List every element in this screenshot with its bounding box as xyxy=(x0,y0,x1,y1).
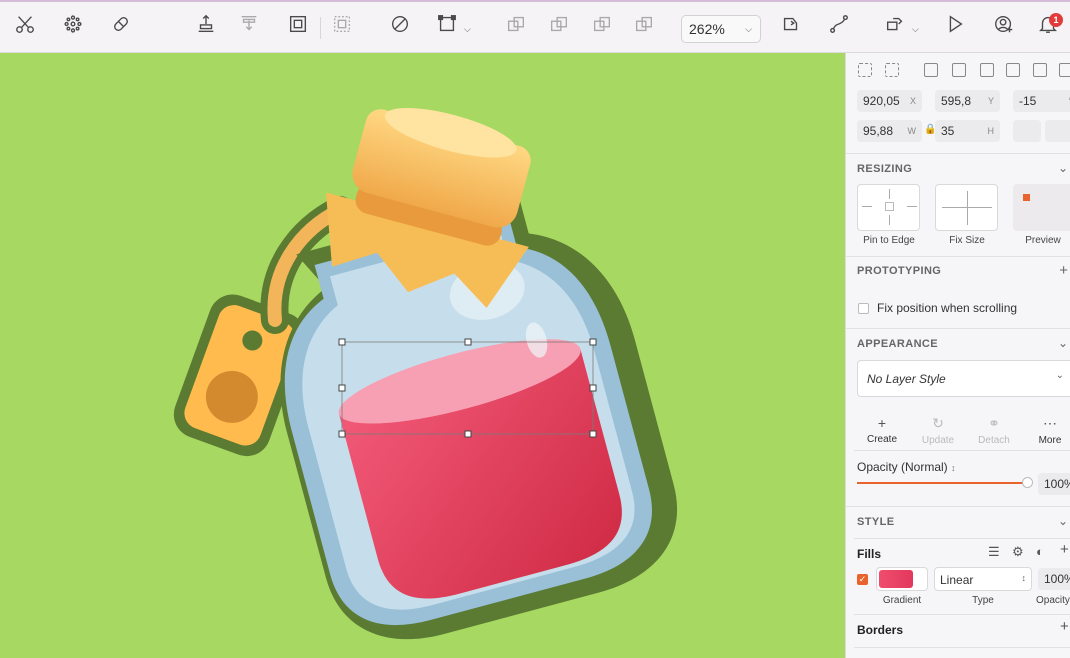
canvas[interactable] xyxy=(0,53,845,658)
refresh-icon: ↻ xyxy=(932,415,944,431)
insert-image-icon[interactable] xyxy=(107,10,135,38)
toolbar: ⌵ 262% ⌵ ⌵ 1 xyxy=(0,0,1070,53)
appearance-title: APPEARANCE xyxy=(857,338,939,350)
intersect-icon[interactable] xyxy=(588,10,616,38)
update-style-button[interactable]: ↻ Update xyxy=(918,415,958,446)
layer-style-value: No Layer Style xyxy=(867,372,946,386)
more-button[interactable]: ⋯ More xyxy=(1030,415,1070,446)
zoom-value: 262% xyxy=(689,21,725,37)
chevron-down-icon[interactable]: ⌄ xyxy=(1058,336,1068,350)
align-center-icon[interactable] xyxy=(885,63,899,77)
fill-swatch[interactable] xyxy=(876,567,928,591)
flip-horizontal-icon[interactable] xyxy=(1013,120,1041,142)
rotation-field[interactable]: -15° xyxy=(1013,90,1070,112)
zoom-select[interactable]: 262% ⌵ xyxy=(681,15,761,43)
more-icon: ⋯ xyxy=(1043,415,1057,431)
fills-title: Fills xyxy=(857,547,882,561)
fix-size-label: Fix Size xyxy=(949,235,985,246)
layer-style-select[interactable]: No Layer Style ⌄ xyxy=(857,360,1070,397)
preview-label: Preview xyxy=(1025,235,1061,246)
gradient-swatch-color xyxy=(879,570,913,588)
x-field[interactable]: 920,05 X xyxy=(857,90,922,112)
difference-icon[interactable] xyxy=(630,10,658,38)
prototyping-title: PROTOTYPING xyxy=(857,265,942,277)
fix-position-label: Fix position when scrolling xyxy=(877,301,1018,315)
opacity-label[interactable]: Opacity (Normal) ↕ xyxy=(857,460,956,474)
align-right-icon[interactable] xyxy=(924,63,938,77)
gradient-label: Gradient xyxy=(882,595,922,606)
notification-badge: 1 xyxy=(1049,13,1063,27)
resizing-title: RESIZING xyxy=(857,163,913,175)
plus-icon[interactable]: + xyxy=(1060,541,1069,558)
distribute-icon[interactable] xyxy=(235,10,263,38)
flip-vertical-icon[interactable] xyxy=(1045,120,1070,142)
detach-style-button[interactable]: ⚭ Detach xyxy=(974,415,1014,446)
preview-box xyxy=(1013,184,1070,231)
fix-size-box[interactable] xyxy=(935,184,998,231)
style-title: STYLE xyxy=(857,516,895,528)
distribute-horizontal-icon[interactable] xyxy=(1033,63,1047,77)
fill-enabled-checkbox[interactable]: ✓ xyxy=(857,574,868,585)
fill-type-value: Linear xyxy=(940,573,974,587)
prototype-link-icon[interactable] xyxy=(881,10,909,38)
pin-to-edge-box[interactable] xyxy=(857,184,920,231)
opacity-slider-knob[interactable] xyxy=(1022,477,1033,488)
chevron-down-icon[interactable]: ⌄ xyxy=(1058,161,1068,175)
layers-icon[interactable]: ☰ xyxy=(988,544,1000,560)
distribute-vertical-icon[interactable] xyxy=(1059,63,1070,77)
opacity-field[interactable]: 100% xyxy=(1038,473,1070,495)
opacity-slider-track[interactable] xyxy=(857,482,1029,484)
plus-icon[interactable]: + xyxy=(1060,618,1069,635)
opacity-sub-label: Opacity xyxy=(1036,595,1070,606)
inspector-panel: 920,05X 595,8Y -15° 95,88W 🔒 35H RESIZIN… xyxy=(845,53,1070,658)
detach-icon: ⚭ xyxy=(988,415,1000,431)
scissors-icon[interactable] xyxy=(11,10,39,38)
height-field[interactable]: 35 H xyxy=(935,120,1000,142)
align-bottom-icon[interactable] xyxy=(1006,63,1020,77)
add-user-icon[interactable] xyxy=(990,10,1018,38)
pin-to-edge-label: Pin to Edge xyxy=(863,235,915,246)
align-middle-icon[interactable] xyxy=(980,63,994,77)
align-left-icon[interactable] xyxy=(858,63,872,77)
play-icon[interactable] xyxy=(941,10,969,38)
blend-icon[interactable]: ◐ xyxy=(1036,544,1044,559)
fix-position-checkbox[interactable] xyxy=(858,303,869,314)
create-style-button[interactable]: + Create xyxy=(862,415,902,445)
gear-icon[interactable]: ⚙ xyxy=(1012,544,1024,560)
align-top-icon[interactable] xyxy=(952,63,966,77)
type-label: Type xyxy=(972,595,994,606)
chevron-down-icon[interactable]: ⌄ xyxy=(1058,514,1068,528)
union-icon[interactable] xyxy=(502,10,530,38)
subtract-icon[interactable] xyxy=(545,10,573,38)
plus-icon: + xyxy=(877,415,887,431)
y-field[interactable]: 595,8 Y xyxy=(935,90,1000,112)
forward-icon[interactable] xyxy=(777,10,805,38)
borders-title: Borders xyxy=(857,623,904,637)
fill-opacity-field[interactable]: 100% xyxy=(1038,568,1070,590)
mask-icon[interactable] xyxy=(386,10,414,38)
symbol-icon[interactable] xyxy=(59,10,87,38)
plus-icon[interactable]: + xyxy=(1059,262,1068,279)
align-bottom-icon[interactable] xyxy=(192,10,220,38)
updown-icon: ↕ xyxy=(1021,573,1027,583)
updown-icon: ↕ xyxy=(951,463,956,473)
chevron-down-icon: ⌄ xyxy=(1055,370,1064,381)
ungroup-icon[interactable] xyxy=(328,10,356,38)
width-field[interactable]: 95,88 W xyxy=(857,120,922,142)
path-edit-icon[interactable] xyxy=(825,10,853,38)
group-icon[interactable] xyxy=(284,10,312,38)
fill-type-select[interactable]: Linear ↕ xyxy=(934,567,1032,591)
potion-artwork xyxy=(173,107,678,640)
chevron-down-icon: ⌵ xyxy=(745,24,752,34)
transform-icon[interactable] xyxy=(433,10,461,38)
